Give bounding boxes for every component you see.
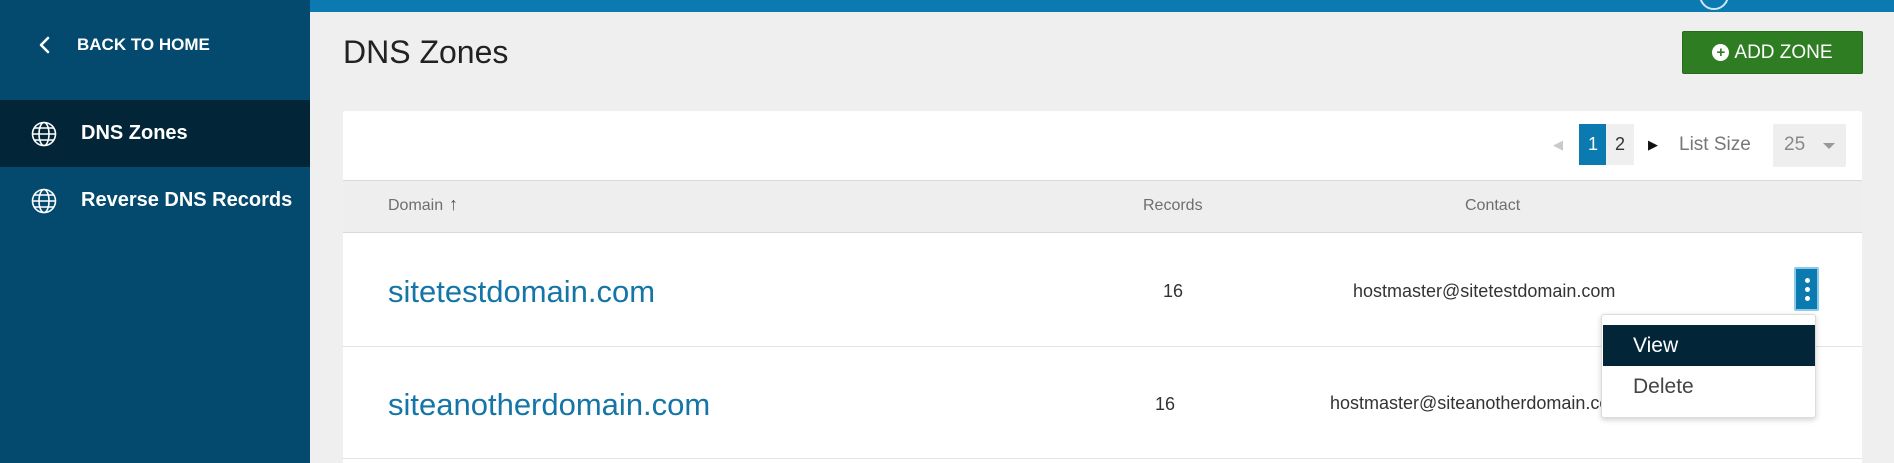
contact-clip: hostmaster@siteanotherdomain.com: [1320, 390, 1602, 420]
sidebar-item-reverse-dns-records[interactable]: Reverse DNS Records: [0, 167, 310, 234]
list-size-label: List Size: [1679, 134, 1751, 155]
more-vertical-icon: [1805, 296, 1810, 301]
row-actions-menu: View Delete: [1601, 314, 1816, 418]
column-header-contact: Contact: [1465, 197, 1521, 214]
globe-icon: [31, 121, 57, 146]
table-header: [343, 180, 1862, 233]
globe-icon: [31, 188, 57, 213]
menu-item-delete[interactable]: Delete: [1603, 366, 1815, 407]
list-size-value: 25: [1784, 134, 1806, 155]
domain-link[interactable]: siteanotherdomain.com: [388, 387, 710, 423]
more-vertical-icon: [1805, 278, 1810, 283]
records-count: 16: [1163, 281, 1184, 301]
column-header-records: Records: [1143, 197, 1203, 214]
row-actions-button[interactable]: [1794, 267, 1819, 311]
menu-item-view[interactable]: View: [1603, 325, 1815, 366]
sidebar-item-dns-zones[interactable]: DNS Zones: [0, 100, 310, 167]
sort-ascending-icon[interactable]: ↑: [449, 194, 458, 215]
domain-link[interactable]: sitetestdomain.com: [388, 274, 655, 310]
page-title: DNS Zones: [343, 34, 509, 70]
chevron-left-icon: [39, 36, 50, 54]
add-zone-button[interactable]: + ADD ZONE: [1682, 31, 1863, 74]
contact-email: hostmaster@siteanotherdomain.com: [1330, 393, 1602, 413]
back-to-home-label: BACK TO HOME: [77, 35, 210, 54]
list-size-select[interactable]: 25: [1773, 124, 1846, 167]
page-1-button[interactable]: 1: [1579, 124, 1607, 165]
column-header-domain[interactable]: Domain: [388, 197, 443, 215]
row-divider: [343, 458, 1862, 459]
next-page-button[interactable]: ▶: [1648, 137, 1658, 153]
add-zone-label: ADD ZONE: [1734, 41, 1833, 63]
sidebar: BACK TO HOME DNS Zones Reverse DNS Recor…: [0, 0, 310, 463]
chevron-down-icon: [1823, 143, 1835, 149]
page-2-button[interactable]: 2: [1606, 124, 1634, 165]
records-count: 16: [1155, 394, 1176, 414]
more-vertical-icon: [1805, 287, 1810, 292]
top-bar: [310, 0, 1894, 12]
sidebar-item-label: Reverse DNS Records: [81, 189, 293, 211]
user-avatar-icon[interactable]: [1699, 0, 1729, 10]
plus-circle-icon: +: [1712, 44, 1730, 61]
prev-page-button[interactable]: ◀: [1553, 137, 1563, 153]
back-to-home-link[interactable]: BACK TO HOME: [0, 0, 310, 100]
sidebar-item-label: DNS Zones: [81, 122, 188, 144]
contact-email: hostmaster@sitetestdomain.com: [1353, 281, 1616, 301]
